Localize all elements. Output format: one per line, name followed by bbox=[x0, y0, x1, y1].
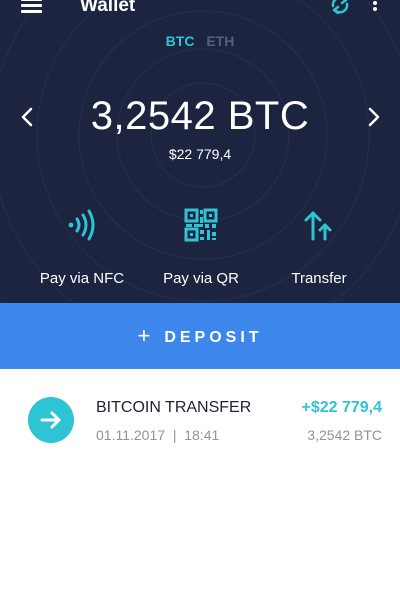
sync-icon[interactable] bbox=[328, 0, 352, 17]
chevron-right-icon[interactable] bbox=[363, 104, 385, 130]
hamburger-menu-icon[interactable] bbox=[21, 0, 42, 13]
currency-tabs: BTC ETH bbox=[0, 33, 400, 49]
kebab-menu-icon[interactable] bbox=[371, 0, 379, 15]
pay-via-nfc-button[interactable]: Pay via NFC bbox=[22, 205, 142, 287]
transaction-datetime: 01.11.2017 | 18:41 bbox=[96, 427, 219, 443]
plus-icon: + bbox=[137, 323, 151, 348]
top-app-bar: Wallet bbox=[0, 0, 400, 20]
transfer-label: Transfer bbox=[291, 270, 347, 287]
page-title: Wallet bbox=[80, 0, 136, 16]
wallet-header-panel: Wallet BTC ETH 3,2542 BTC $22 779,4 Pay … bbox=[0, 0, 400, 303]
transaction-crypto-amount: 3,2542 BTC bbox=[307, 427, 382, 443]
transaction-row[interactable]: BITCOIN TRANSFER 01.11.2017 | 18:41 +$22… bbox=[0, 384, 400, 456]
transaction-fiat-amount: +$22 779,4 bbox=[301, 399, 382, 416]
transfer-icon bbox=[304, 211, 332, 241]
transaction-title: BITCOIN TRANSFER bbox=[96, 399, 252, 416]
transfer-button[interactable]: Transfer bbox=[259, 205, 379, 287]
arrow-right-icon bbox=[40, 411, 61, 429]
deposit-label: DEPOSIT bbox=[164, 329, 263, 346]
transaction-date: 01.11.2017 bbox=[96, 427, 166, 443]
crypto-balance: 3,2542 BTC bbox=[90, 94, 310, 138]
pay-via-qr-button[interactable]: Pay via QR bbox=[141, 205, 261, 287]
pay-via-qr-label: Pay via QR bbox=[163, 270, 239, 287]
deposit-button[interactable]: + DEPOSIT bbox=[0, 303, 400, 369]
tab-eth[interactable]: ETH bbox=[206, 33, 234, 49]
tab-btc[interactable]: BTC bbox=[166, 33, 195, 49]
deposit-content: + DEPOSIT bbox=[0, 303, 400, 371]
transaction-separator: | bbox=[172, 427, 177, 443]
pay-via-nfc-label: Pay via NFC bbox=[39, 270, 125, 287]
transaction-time: 18:41 bbox=[184, 427, 220, 443]
qr-code-icon bbox=[184, 208, 218, 242]
fiat-balance: $22 779,4 bbox=[168, 146, 232, 162]
transaction-direction-badge bbox=[28, 397, 74, 443]
nfc-icon bbox=[68, 209, 95, 241]
